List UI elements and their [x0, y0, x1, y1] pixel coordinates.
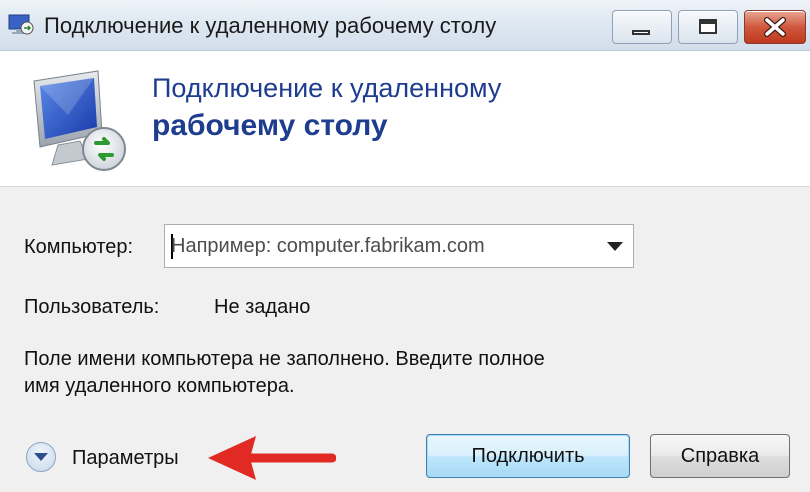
close-button[interactable]	[744, 10, 806, 44]
computer-label: Компьютер:	[24, 236, 134, 258]
info-line-1: Поле имени компьютера не заполнено. Введ…	[24, 348, 545, 370]
minimize-button[interactable]	[612, 10, 672, 44]
maximize-icon	[699, 19, 717, 34]
maximize-button[interactable]	[678, 10, 738, 44]
window-title: Подключение к удаленному рабочему столу	[44, 13, 497, 38]
dropdown-arrow-icon[interactable]	[607, 242, 623, 251]
header-title-line2: рабочему столу	[152, 109, 388, 142]
options-expand-button[interactable]	[26, 442, 56, 472]
computer-combobox[interactable]: Например: computer.fabrikam.com	[164, 224, 634, 268]
minimize-icon	[632, 30, 650, 35]
user-value: Не задано	[214, 296, 311, 318]
options-link[interactable]: Параметры	[72, 447, 179, 470]
connect-button[interactable]: Подключить	[426, 434, 630, 478]
header-banner: Подключение к удаленному рабочему столу	[0, 51, 810, 187]
info-line-2: имя удаленного компьютера.	[24, 375, 295, 397]
close-icon	[764, 17, 786, 37]
title-bar[interactable]: Подключение к удаленному рабочему столу	[0, 0, 810, 51]
chevron-down-icon	[34, 453, 48, 461]
header-title-line1: Подключение к удаленному	[152, 73, 502, 103]
user-label: Пользователь:	[24, 296, 160, 318]
info-message: Поле имени компьютера не заполнено. Введ…	[24, 346, 644, 400]
annotation-arrow	[208, 436, 336, 480]
computer-input-placeholder[interactable]: Например: computer.fabrikam.com	[171, 235, 485, 258]
help-button[interactable]: Справка	[650, 434, 790, 478]
remote-desktop-monitor-icon	[33, 70, 126, 171]
app-icon	[8, 14, 34, 35]
rdp-window: Подключение к удаленному рабочему столу	[0, 0, 810, 492]
